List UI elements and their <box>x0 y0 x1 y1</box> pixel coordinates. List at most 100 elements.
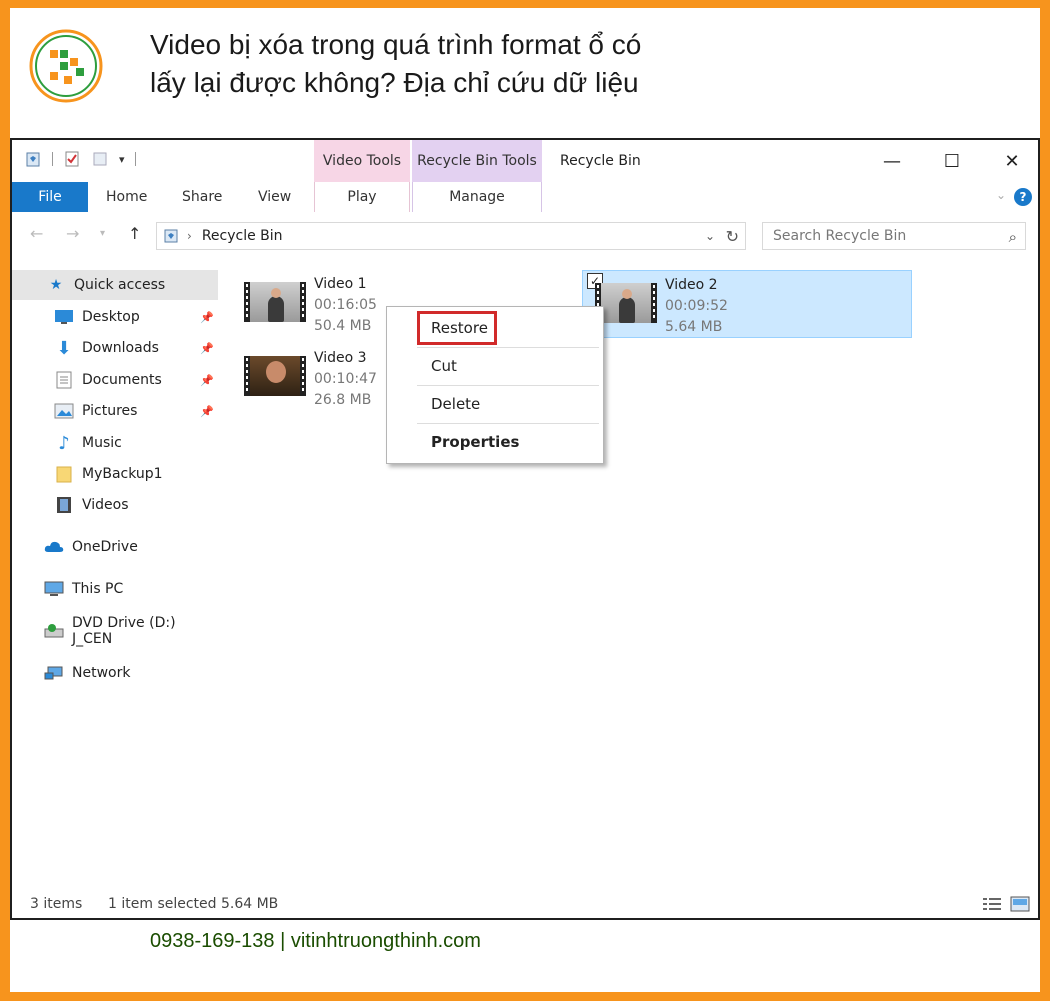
nav-label: Quick access <box>74 277 166 293</box>
nav-label: Desktop <box>82 309 140 325</box>
context-tab-video-tools: Video Tools <box>314 140 410 182</box>
nav-label: Videos <box>82 497 129 513</box>
search-input[interactable]: Search Recycle Bin ⌕ <box>762 222 1026 250</box>
nav-label: OneDrive <box>72 539 138 555</box>
pin-icon[interactable]: 📌 <box>200 311 214 324</box>
video-thumbnail <box>595 283 657 323</box>
window-title: Recycle Bin <box>560 153 641 169</box>
refresh-icon[interactable]: ↻ <box>726 227 739 246</box>
network-icon <box>44 663 64 683</box>
menu-item-restore[interactable]: Restore <box>431 319 488 337</box>
tab-share[interactable]: Share <box>182 189 222 205</box>
properties-icon[interactable] <box>63 150 81 168</box>
nav-item-mybackup[interactable]: MyBackup1 <box>12 459 218 489</box>
nav-item-onedrive[interactable]: OneDrive <box>12 532 218 562</box>
nav-item-desktop[interactable]: Desktop 📌 <box>12 302 218 332</box>
banner-title-line1: Video bị xóa trong quá trình format ổ có <box>150 29 642 60</box>
large-icons-view-icon[interactable] <box>1010 896 1030 912</box>
close-button[interactable]: ✕ <box>992 148 1032 174</box>
recent-locations-icon[interactable]: ▾ <box>100 228 105 239</box>
help-icon[interactable]: ? <box>1014 188 1032 206</box>
banner-title-line2: lấy lại được không? Địa chỉ cứu dữ liệu <box>150 67 639 98</box>
menu-item-properties[interactable]: Properties <box>431 433 519 451</box>
status-bar: 3 items 1 item selected 5.64 MB <box>12 892 1038 918</box>
menu-divider <box>417 423 599 424</box>
navigation-pane: ★ Quick access Desktop 📌 ⬇ Downloads 📌 D… <box>12 270 218 890</box>
pin-icon[interactable]: 📌 <box>200 405 214 418</box>
recycle-bin-icon <box>164 229 178 243</box>
up-icon[interactable]: ↑ <box>128 224 141 243</box>
address-bar[interactable]: › Recycle Bin ⌄ ↻ <box>156 222 746 250</box>
nav-item-pictures[interactable]: Pictures 📌 <box>12 396 218 426</box>
tab-view[interactable]: View <box>258 189 291 205</box>
file-duration: 00:10:47 <box>314 371 377 387</box>
nav-label: MyBackup1 <box>82 466 163 482</box>
minimize-button[interactable]: — <box>872 148 912 174</box>
nav-label: Pictures <box>82 403 138 419</box>
address-dropdown-icon[interactable]: ⌄ <box>705 229 715 243</box>
page-frame: Video bị xóa trong quá trình format ổ có… <box>10 8 1040 992</box>
maximize-button[interactable]: ☐ <box>932 148 972 174</box>
forward-icon[interactable]: → <box>66 224 79 243</box>
details-view-icon[interactable] <box>982 896 1002 912</box>
tab-home[interactable]: Home <box>106 189 147 205</box>
toolbar-divider <box>134 152 136 166</box>
dvd-drive-icon <box>44 621 64 641</box>
nav-item-network[interactable]: Network <box>12 658 218 688</box>
nav-item-this-pc[interactable]: This PC <box>12 574 218 604</box>
nav-item-videos[interactable]: Videos <box>12 490 218 520</box>
search-icon[interactable]: ⌕ <box>1009 228 1017 246</box>
search-placeholder: Search Recycle Bin <box>773 228 907 244</box>
new-folder-icon[interactable] <box>91 150 109 168</box>
star-icon: ★ <box>49 277 63 293</box>
tab-file[interactable]: File <box>12 182 88 212</box>
file-item-video-2[interactable]: ✓ Video 2 00:09:52 5.64 MB <box>582 270 912 338</box>
nav-label: DVD Drive (D:) J_CEN <box>72 615 176 647</box>
nav-item-dvd-drive[interactable]: DVD Drive (D:) J_CEN <box>12 615 218 647</box>
back-icon[interactable]: ← <box>30 224 43 243</box>
customize-toolbar-icon[interactable]: ▾ <box>119 153 125 166</box>
file-duration: 00:09:52 <box>665 298 728 314</box>
pin-icon[interactable]: 📌 <box>200 342 214 355</box>
nav-item-quick-access[interactable]: ★ Quick access <box>12 270 218 300</box>
menu-divider <box>417 347 599 348</box>
video-thumbnail <box>244 356 306 396</box>
computer-icon <box>44 579 64 599</box>
explorer-window: ▾ Video Tools Recycle Bin Tools Recycle … <box>10 138 1040 920</box>
nav-label: Downloads <box>82 340 159 356</box>
title-bar: ▾ Video Tools Recycle Bin Tools Recycle … <box>12 140 1038 182</box>
breadcrumb-recycle-bin[interactable]: Recycle Bin <box>202 228 283 244</box>
tab-manage[interactable]: Manage <box>412 182 542 212</box>
context-menu: Restore Cut Delete Properties <box>386 306 604 464</box>
nav-item-music[interactable]: ♪ Music <box>12 428 218 458</box>
context-tab-recycle-bin-tools: Recycle Bin Tools <box>412 140 542 182</box>
nav-label: Music <box>82 435 122 451</box>
toolbar-divider <box>52 152 53 166</box>
video-thumbnail <box>244 282 306 322</box>
documents-icon <box>54 370 74 390</box>
ribbon-tabs: File Home Share View Play Manage ⌄ ? <box>12 182 1038 212</box>
file-name: Video 2 <box>665 277 718 293</box>
nav-item-downloads[interactable]: ⬇ Downloads 📌 <box>12 333 218 363</box>
desktop-icon <box>54 307 74 327</box>
recycle-bin-icon[interactable] <box>24 150 42 168</box>
file-duration: 00:16:05 <box>314 297 377 313</box>
pictures-icon <box>54 401 74 421</box>
nav-label: Documents <box>82 372 162 388</box>
expand-ribbon-icon[interactable]: ⌄ <box>996 188 1006 202</box>
menu-divider <box>417 385 599 386</box>
file-size: 5.64 MB <box>665 319 723 335</box>
nav-label: This PC <box>72 581 124 597</box>
videos-icon <box>54 495 74 515</box>
menu-item-cut[interactable]: Cut <box>431 357 457 375</box>
tab-play[interactable]: Play <box>314 182 410 212</box>
file-meta: Video 3 00:10:47 26.8 MB <box>314 348 377 412</box>
file-name: Video 3 <box>314 350 367 366</box>
download-icon: ⬇ <box>56 337 72 359</box>
menu-item-delete[interactable]: Delete <box>431 395 480 413</box>
file-name: Video 1 <box>314 276 367 292</box>
nav-label: Network <box>72 665 131 681</box>
status-item-count: 3 items <box>30 896 83 912</box>
pin-icon[interactable]: 📌 <box>200 374 214 387</box>
nav-item-documents[interactable]: Documents 📌 <box>12 365 218 395</box>
